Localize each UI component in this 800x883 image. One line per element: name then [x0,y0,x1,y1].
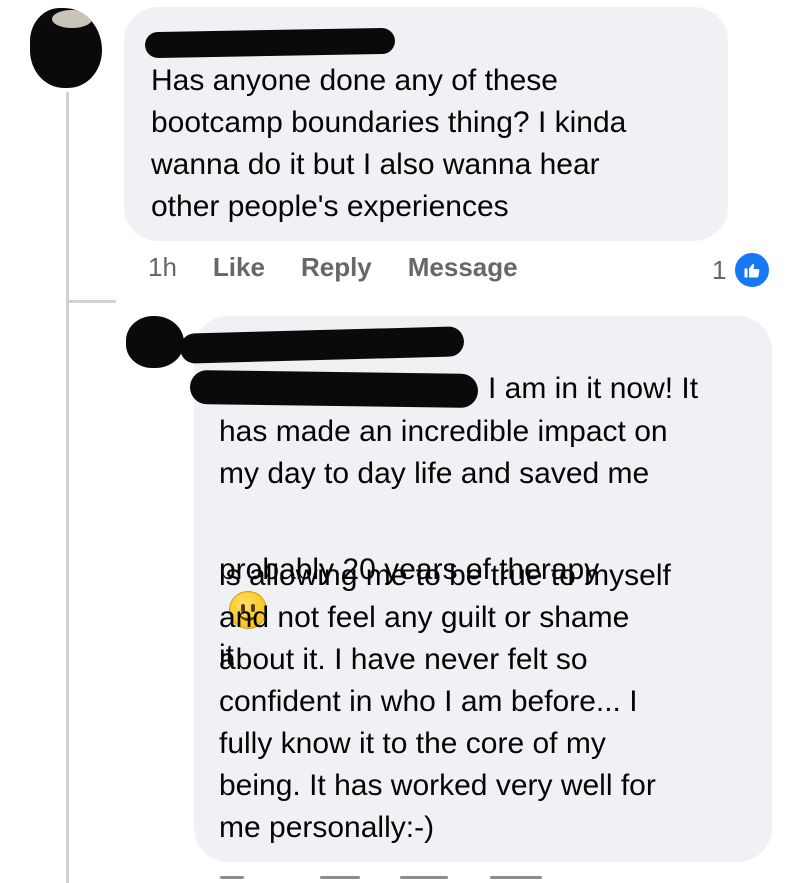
comment-timestamp[interactable]: 1h [148,252,177,283]
commenter-name-redacted[interactable] [144,27,396,59]
reply-actions-cropped [220,876,550,883]
thread-line-vertical [66,92,69,883]
comment-actions: 1h Like Reply Message [148,252,554,283]
comment-text: Has anyone done any of these bootcamp bo… [151,64,627,223]
thumbs-up-icon [732,250,773,290]
thread-line-branch [66,300,116,303]
reaction-count: 1 [712,254,727,285]
reaction-summary[interactable]: 1 [712,250,773,290]
replier-avatar[interactable] [126,316,184,368]
commenter-avatar[interactable] [30,8,102,88]
reply-button[interactable]: Reply [301,252,372,283]
message-button[interactable]: Message [408,252,518,283]
reply-text-line1: I am in it now! It [488,372,699,405]
reply-text-line2: has made an incredible impact on my day … [219,415,668,490]
like-button[interactable]: Like [213,252,265,283]
mention-redacted[interactable] [189,369,479,409]
reply-text-line4: is allowing me to be true to myself and … [219,559,671,844]
